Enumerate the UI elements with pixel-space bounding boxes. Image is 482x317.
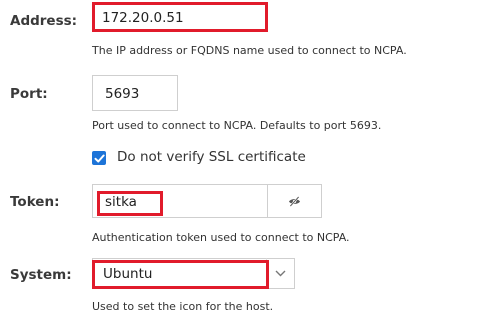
system-label: System:	[10, 267, 72, 283]
eye-slash-icon	[289, 195, 300, 207]
token-label: Token:	[10, 194, 60, 210]
port-input[interactable]: 5693	[92, 75, 178, 111]
ssl-verify-label: Do not verify SSL certificate	[117, 149, 306, 165]
system-select[interactable]: Ubuntu	[92, 258, 268, 289]
port-label: Port:	[10, 86, 48, 102]
system-dropdown-button[interactable]	[266, 258, 295, 289]
address-help-text: The IP address or FQDNS name used to con…	[92, 44, 407, 57]
checkmark-icon	[94, 154, 105, 162]
address-label: Address:	[10, 13, 78, 29]
system-help-text: Used to set the icon for the host.	[92, 300, 274, 313]
chevron-down-icon	[275, 270, 286, 277]
ssl-verify-checkbox[interactable]	[92, 151, 106, 165]
port-help-text: Port used to connect to NCPA. Defaults t…	[92, 119, 382, 132]
token-input[interactable]: sitka	[92, 184, 268, 218]
address-input[interactable]: 172.20.0.51	[92, 2, 268, 32]
toggle-token-visibility-button[interactable]	[267, 184, 322, 218]
token-help-text: Authentication token used to connect to …	[92, 231, 350, 244]
